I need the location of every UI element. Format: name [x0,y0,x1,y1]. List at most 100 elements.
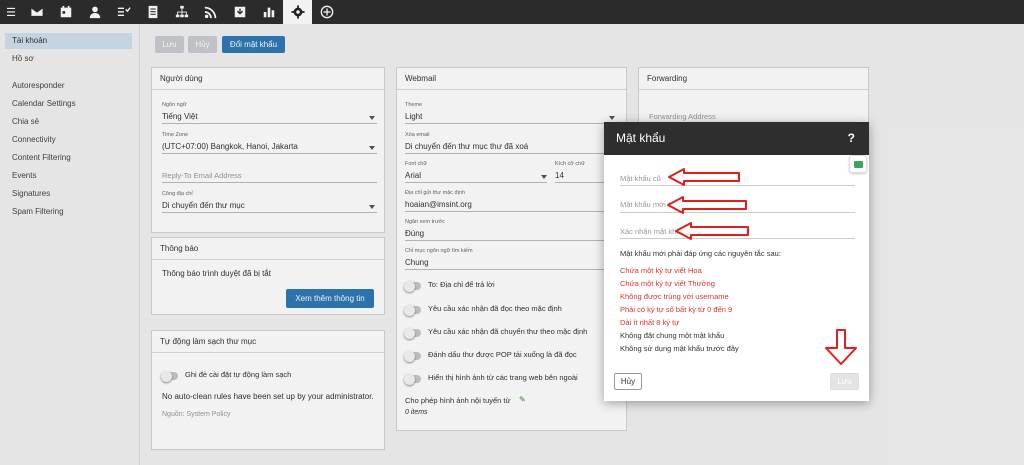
rule-length: Dài ít nhất 8 ký tự [620,318,680,327]
sidebar-item-profile[interactable]: Hồ sơ [5,51,132,67]
webmail-panel: Webmail Theme Light Xóa email Di chuyển … [396,67,627,431]
calendar-icon[interactable] [51,0,80,24]
webmail-panel-title: Webmail [397,68,626,90]
sidebar-item-sharing[interactable]: Chia sẻ [5,114,132,130]
chevron-down-icon [369,146,375,150]
rule-lowercase: Chứa một ký tự viết Thường [620,279,715,288]
hamburger-menu-icon[interactable]: ☰ [0,0,22,24]
notification-status-text: Thông báo trình duyệt đã bị tắt [162,269,271,278]
search-language-label: Chỉ mục ngôn ngữ tìm kiếm [405,248,473,254]
password-rules-intro: Mật khẩu mới phải đáp ứng các nguyên tắc… [620,249,781,258]
override-auto-clean-toggle[interactable] [161,370,178,382]
rule-not-username: Không được trùng với username [620,292,729,301]
edit-pencil-icon[interactable]: ✎ [519,395,526,404]
chevron-down-icon [609,116,615,120]
help-icon[interactable]: ? [848,122,855,155]
toggle-read-receipt[interactable] [404,304,421,316]
forwarding-address-input[interactable]: Forwarding Address [649,112,716,121]
settings-sidebar: Tài khoản Hồ sơ Autoresponder Calendar S… [0,24,140,465]
sidebar-item-calendar-settings[interactable]: Calendar Settings [5,96,132,112]
user-panel: Người dùng Ngôn ngữ Tiếng Việt Time Zone… [151,67,385,233]
main-content: Lưu Hủy Đổi mật khẩu Người dùng Ngôn ngữ… [141,24,1024,465]
sidebar-item-events[interactable]: Events [5,168,132,184]
user-panel-title: Người dùng [152,68,384,90]
change-password-button[interactable]: Đổi mật khẩu [222,36,285,53]
timezone-select[interactable]: (UTC+07:00) Bangkok, Hanoi, Jakarta [162,142,298,151]
preview-pane-label: Ngăn xem trước [405,219,445,225]
theme-select[interactable]: Light [405,112,422,121]
add-circle-icon[interactable] [312,0,341,24]
toggle-external-images-label: Hiển thị hình ảnh từ các trang web bên n… [428,373,578,382]
dialog-cancel-button[interactable]: Hủy [614,373,642,390]
sidebar-item-spam-filtering[interactable]: Spam Filtering [5,204,132,220]
toggle-reply-to-label: To: Địa chỉ để trả lời [428,280,495,289]
toggle-delivery-receipt[interactable] [404,327,421,339]
password-manager-icon[interactable] [849,155,867,173]
save-button[interactable]: Lưu [155,36,184,53]
chevron-down-icon [541,175,547,179]
toggle-read-receipt-label: Yêu cầu xác nhận đã đọc theo mặc định [428,304,562,313]
font-size-select[interactable]: 14 [555,171,564,180]
toggle-pop-read-label: Đánh dấu thư được POP tải xuống là đã đọ… [428,350,577,359]
download-icon[interactable] [225,0,254,24]
new-password-input[interactable]: Mật khẩu mới * [620,200,671,209]
auto-clean-panel-title: Tự động làm sạch thư mục [152,331,384,353]
inline-images-label: Cho phép hình ảnh nội tuyến từ [405,396,511,405]
sidebar-item-autoresponder[interactable]: Autoresponder [5,78,132,94]
rule-not-previous: Không sử dụng mật khẩu trước đây [620,344,739,353]
delete-email-label: Xóa email [405,132,430,138]
override-auto-clean-label: Ghi đè cài đặt tự động làm sạch [185,370,292,379]
tasks-icon[interactable] [109,0,138,24]
contacts-icon[interactable] [80,0,109,24]
notification-panel-title: Thông báo [152,238,384,260]
rule-not-shared: Không đặt chung một mật khẩu [620,331,725,340]
notes-icon[interactable] [138,0,167,24]
address-action-label: Công địa chỉ [162,191,193,197]
reports-chart-icon[interactable] [254,0,283,24]
forwarding-panel-title: Forwarding [639,68,868,90]
font-select[interactable]: Arial [405,171,421,180]
language-label: Ngôn ngữ [162,102,187,108]
delete-email-select[interactable]: Di chuyển đến thư mục thư đã xoá [405,142,528,151]
rss-icon[interactable] [196,0,225,24]
font-size-label: Kích cỡ chữ [555,161,585,167]
old-password-input[interactable]: Mật khẩu cũ [620,174,661,183]
sidebar-item-account[interactable]: Tài khoản [5,33,132,49]
rule-uppercase: Chứa một ký tự viết Hoa [620,266,702,275]
auto-clean-note: No auto-clean rules have been set up by … [162,392,374,401]
toggle-pop-read[interactable] [404,350,421,362]
chevron-down-icon [369,116,375,120]
cancel-button[interactable]: Hủy [188,36,217,53]
notification-panel: Thông báo Thông báo trình duyệt đã bị tắ… [151,237,385,315]
language-select[interactable]: Tiếng Việt [162,112,198,121]
sender-address-label: Địa chỉ gửi thư mặc định [405,190,465,196]
rule-digit: Phải có ký tự số bất kỳ từ 0 đến 9 [620,305,733,314]
search-language-select[interactable]: Chung [405,258,429,267]
chevron-down-icon [369,205,375,209]
top-navigation-bar: ☰ [0,0,1024,24]
dialog-title: Mật khẩu [616,131,666,145]
font-label: Font chữ [405,161,428,167]
auto-clean-policy: Nguồn: System Policy [162,411,231,418]
settings-gear-icon[interactable] [283,0,312,24]
auto-clean-panel: Tự động làm sạch thư mục Ghi đè cài đặt … [151,330,385,450]
sitemap-icon[interactable] [167,0,196,24]
inline-images-count: 0 items [405,409,428,416]
theme-label: Theme [405,102,423,108]
sidebar-item-connectivity[interactable]: Connectivity [5,132,132,148]
dialog-save-button[interactable]: Lưu [830,373,859,390]
toggle-reply-to[interactable] [404,280,421,292]
toggle-external-images[interactable] [404,373,421,385]
more-info-button[interactable]: Xem thêm thông tin [286,289,374,308]
password-dialog: Mật khẩu ? Mật khẩu cũ Mật khẩu mới * Xá… [604,122,869,401]
reply-to-email-input[interactable]: Reply-To Email Address [162,171,242,180]
email-icon[interactable] [22,0,51,24]
sender-address-select[interactable]: hoaian@imsint.org [405,200,472,209]
preview-pane-select[interactable]: Đúng [405,229,424,238]
sidebar-item-content-filtering[interactable]: Content Filtering [5,150,132,166]
toggle-delivery-receipt-label: Yêu cầu xác nhận đã chuyển thư theo mặc … [428,327,588,336]
confirm-password-input[interactable]: Xác nhận mật khẩu [620,227,685,236]
timezone-label: Time Zone [162,132,189,138]
sidebar-item-signatures[interactable]: Signatures [5,186,132,202]
address-action-select[interactable]: Di chuyển đến thư mục [162,201,245,210]
